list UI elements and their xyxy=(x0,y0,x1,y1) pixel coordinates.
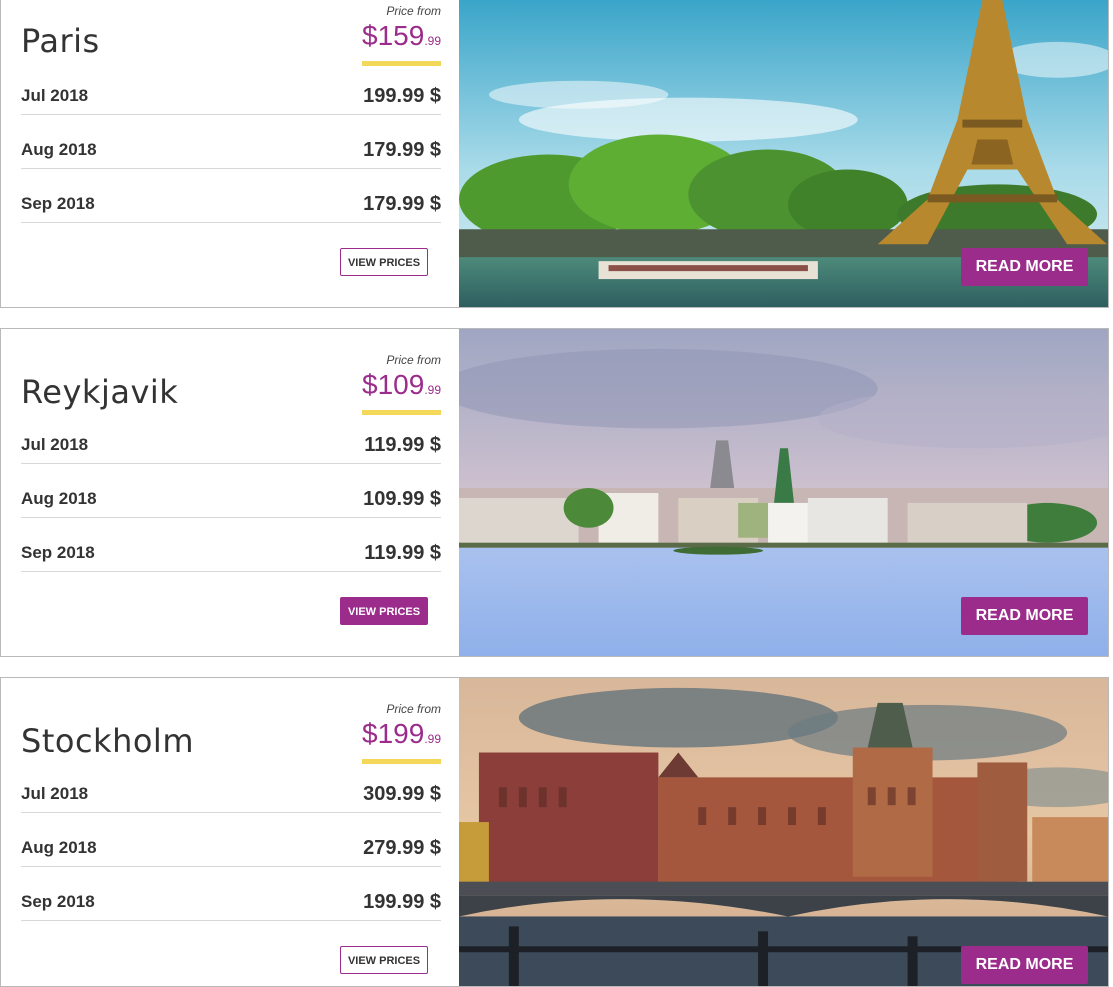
month-label: Jul 2018 xyxy=(21,784,89,803)
month-label: Jul 2018 xyxy=(21,435,89,454)
city-name: Stockholm xyxy=(21,722,194,760)
view-prices-button[interactable]: VIEW PRICES xyxy=(340,946,428,974)
destination-info: Paris Price from $159.99 Jul 2018 199.99… xyxy=(1,0,459,307)
price-cents: .99 xyxy=(424,34,441,48)
price-row: Jul 2018 119.99 $ xyxy=(21,433,441,464)
price-dollars: $159 xyxy=(362,20,425,51)
month-label: Aug 2018 xyxy=(21,489,97,508)
price-from-box: Price from $199.99 xyxy=(362,702,441,764)
price-row: Jul 2018 199.99 $ xyxy=(21,84,441,115)
price-from-box: Price from $109.99 xyxy=(362,353,441,415)
read-more-button[interactable]: READ MORE xyxy=(961,597,1088,635)
monthly-prices: Jul 2018 309.99 $ Aug 2018 279.99 $ Sep … xyxy=(21,782,441,921)
read-more-button[interactable]: READ MORE xyxy=(961,248,1088,286)
price-row: Aug 2018 109.99 $ xyxy=(21,464,441,518)
price-row: Sep 2018 119.99 $ xyxy=(21,518,441,572)
price-row: Aug 2018 279.99 $ xyxy=(21,813,441,867)
price-dollars: $109 xyxy=(362,369,425,400)
month-price: 109.99 $ xyxy=(363,488,441,510)
read-more-button[interactable]: READ MORE xyxy=(961,946,1088,984)
monthly-prices: Jul 2018 119.99 $ Aug 2018 109.99 $ Sep … xyxy=(21,433,441,572)
month-price: 199.99 $ xyxy=(363,891,441,913)
month-label: Sep 2018 xyxy=(21,543,95,562)
destination-info: Reykjavik Price from $109.99 Jul 2018 11… xyxy=(1,329,459,656)
eiffel-tower-photo: READ MORE xyxy=(459,0,1108,307)
price-from-label: Price from xyxy=(386,4,441,18)
month-price: 179.99 $ xyxy=(363,193,441,215)
month-price: 199.99 $ xyxy=(363,85,441,107)
month-price: 119.99 $ xyxy=(364,542,441,564)
destination-card-stockholm: Stockholm Price from $199.99 Jul 2018 30… xyxy=(0,677,1109,987)
price-row: Sep 2018 179.99 $ xyxy=(21,169,441,223)
stockholm-waterfront-photo: READ MORE xyxy=(459,678,1108,986)
month-label: Sep 2018 xyxy=(21,892,95,911)
month-label: Jul 2018 xyxy=(21,86,89,105)
price-dollars: $199 xyxy=(362,718,425,749)
lowest-price: $159.99 xyxy=(362,20,441,66)
price-cents: .99 xyxy=(424,732,441,746)
reykjavik-lake-photo: READ MORE xyxy=(459,329,1108,656)
price-row: Sep 2018 199.99 $ xyxy=(21,867,441,921)
month-price: 119.99 $ xyxy=(364,434,441,456)
destination-card-reykjavik: Reykjavik Price from $109.99 Jul 2018 11… xyxy=(0,328,1109,657)
price-from-box: Price from $159.99 xyxy=(362,4,441,66)
month-price: 309.99 $ xyxy=(363,783,441,805)
city-name: Reykjavik xyxy=(21,373,179,411)
price-from-label: Price from xyxy=(386,702,441,716)
month-label: Aug 2018 xyxy=(21,838,97,857)
month-price: 179.99 $ xyxy=(363,139,441,161)
view-prices-button[interactable]: VIEW PRICES xyxy=(340,248,428,276)
price-row: Jul 2018 309.99 $ xyxy=(21,782,441,813)
destination-info: Stockholm Price from $199.99 Jul 2018 30… xyxy=(1,678,459,986)
lowest-price: $109.99 xyxy=(362,369,441,415)
lowest-price: $199.99 xyxy=(362,718,441,764)
price-cents: .99 xyxy=(424,383,441,397)
destination-card-paris: Paris Price from $159.99 Jul 2018 199.99… xyxy=(0,0,1109,308)
month-label: Sep 2018 xyxy=(21,194,95,213)
month-label: Aug 2018 xyxy=(21,140,97,159)
price-from-label: Price from xyxy=(386,353,441,367)
monthly-prices: Jul 2018 199.99 $ Aug 2018 179.99 $ Sep … xyxy=(21,84,441,223)
city-name: Paris xyxy=(21,22,100,60)
month-price: 279.99 $ xyxy=(363,837,441,859)
view-prices-button[interactable]: VIEW PRICES xyxy=(340,597,428,625)
price-row: Aug 2018 179.99 $ xyxy=(21,115,441,169)
